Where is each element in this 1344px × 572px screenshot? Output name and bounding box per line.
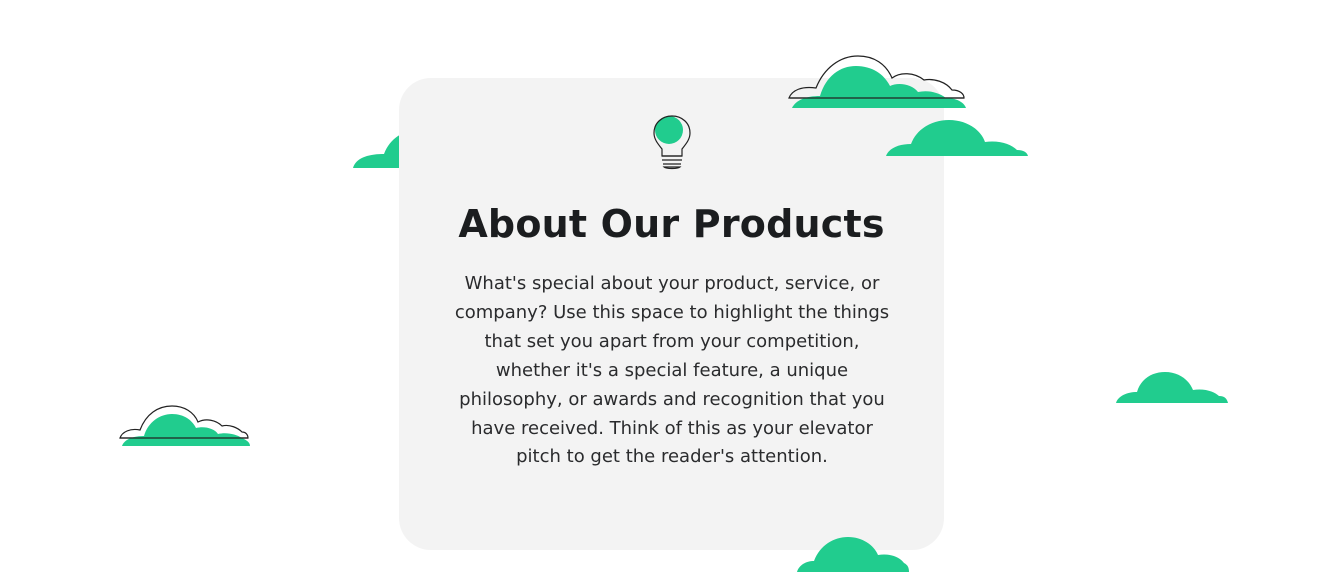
cloud-icon	[797, 537, 909, 572]
cloud-icon	[1116, 372, 1228, 403]
cloud-icon	[119, 405, 250, 446]
page-title: About Our Products	[458, 202, 885, 246]
cloud-icon	[886, 120, 1028, 156]
cloud-icon	[788, 55, 966, 108]
section-description: What's special about your product, servi…	[454, 273, 890, 468]
about-section: About Our Products What's special about …	[0, 0, 1344, 572]
lightbulb-icon	[653, 115, 691, 170]
